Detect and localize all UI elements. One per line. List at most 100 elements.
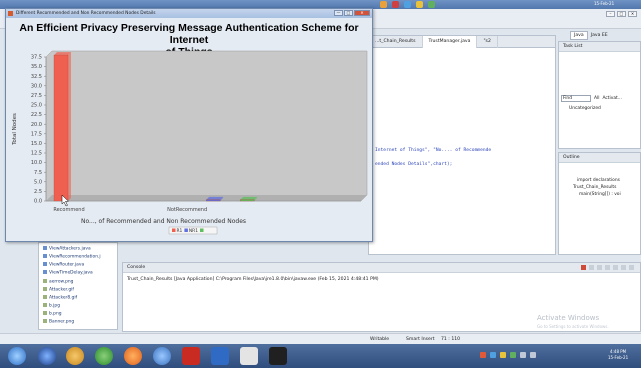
file-item[interactable]: Attacker8.gif: [43, 295, 77, 301]
console-toolbar: [581, 265, 634, 270]
editor-tabs: ...t_Chain_Results TrustManager.java "s2: [369, 35, 555, 48]
file-item[interactable]: Attacker.gif: [43, 287, 74, 293]
app-icon[interactable]: [416, 1, 423, 8]
y-tick-label: 17.5: [31, 131, 42, 137]
taskbar-app-icon[interactable]: [240, 347, 258, 365]
legend-label: R1: [177, 228, 183, 234]
top-tray-icons: [380, 1, 435, 8]
system-tray: [480, 352, 536, 358]
file-item[interactable]: b.jpg: [43, 303, 60, 309]
app-icon[interactable]: [428, 1, 435, 8]
bar-top: [54, 52, 71, 56]
java-file-icon: [43, 246, 47, 250]
task-list-panel: Task List Find All Activat... Uncategori…: [558, 41, 641, 149]
taskbar-app-icon[interactable]: [153, 347, 171, 365]
java-file-icon: [43, 254, 47, 258]
outline-title[interactable]: Outline: [559, 153, 640, 163]
close-icon[interactable]: ✕: [354, 10, 370, 16]
close-icon[interactable]: ✕: [628, 11, 637, 17]
task-filter-all[interactable]: All: [594, 96, 599, 101]
tab-trust-chain-results[interactable]: ...t_Chain_Results: [369, 35, 423, 48]
tray-icon[interactable]: [530, 352, 536, 358]
open-console-icon[interactable]: [621, 265, 626, 270]
chart-window-titlebar[interactable]: Different Recommended and Non Recommende…: [6, 9, 372, 18]
file-item[interactable]: ViewRecommendation.j: [43, 254, 101, 260]
status-writable: Writable: [370, 337, 390, 342]
perspective-java-ee[interactable]: Java EE: [591, 33, 608, 38]
bar: [239, 199, 255, 202]
x-axis-label: No..., of Recommended and Non Recommende…: [81, 218, 246, 225]
file-item[interactable]: ViewAttackers.java: [43, 246, 91, 252]
y-tick-label: 35.0: [31, 64, 42, 70]
tray-icon[interactable]: [500, 352, 506, 358]
scroll-lock-icon[interactable]: [597, 265, 602, 270]
console-tab[interactable]: Console: [123, 263, 640, 273]
maximize-icon[interactable]: □: [617, 11, 626, 17]
minimize-icon[interactable]: –: [606, 11, 615, 17]
code-line: Internet of Things", "No.... of Recommen…: [375, 148, 492, 153]
task-list-title[interactable]: Task List: [559, 42, 640, 52]
start-button[interactable]: [8, 347, 26, 365]
legend-swatch: [200, 228, 204, 232]
taskbar-app-icon[interactable]: [66, 347, 84, 365]
taskbar-app-icon[interactable]: [124, 347, 142, 365]
file-item[interactable]: Banner.png: [43, 319, 74, 325]
tray-icon[interactable]: [480, 352, 486, 358]
java-file-icon: [43, 270, 47, 274]
app-icon[interactable]: [404, 1, 411, 8]
y-tick-label: 32.5: [31, 74, 42, 80]
image-file-icon: [43, 303, 47, 307]
chart-window[interactable]: Different Recommended and Non Recommende…: [5, 8, 373, 242]
tab-trust-manager[interactable]: TrustManager.java: [422, 35, 478, 48]
chart-title-line: An Efficient Privacy Preserving Message …: [19, 22, 359, 46]
bar: [205, 199, 221, 202]
package-explorer: ViewAttackers.java ViewRecommendation.j …: [38, 242, 118, 330]
bar-chart: 0.0 2.5 5.0 7.5 10.0 12.5 15.0 17.5 20.0 22.5 25.0…: [12, 50, 368, 235]
y-tick-label: 2.5: [34, 189, 42, 195]
task-uncategorized[interactable]: Uncategorized: [569, 106, 601, 111]
tab-overflow[interactable]: "s2: [477, 35, 498, 48]
task-activate-link[interactable]: Activat...: [602, 96, 621, 101]
image-file-icon: [43, 311, 47, 315]
maximize-icon[interactable]: □: [344, 10, 353, 16]
plot-background: [45, 50, 368, 202]
app-icon[interactable]: [380, 1, 387, 8]
y-tick-label: 15.0: [31, 141, 42, 147]
image-file-icon: [43, 295, 47, 299]
pin-icon[interactable]: [605, 265, 610, 270]
outline-item[interactable]: main(String[]) : voi: [579, 192, 621, 197]
y-tick-label: 27.5: [31, 93, 42, 99]
code-editor[interactable]: ...t_Chain_Results TrustManager.java "s2…: [368, 35, 556, 255]
java-file-icon: [43, 262, 47, 266]
image-file-icon: [43, 319, 47, 323]
file-item[interactable]: ViewTimeDelay.java: [43, 270, 93, 276]
file-item[interactable]: b.png: [43, 311, 62, 317]
file-item[interactable]: ViewRouter.java: [43, 262, 84, 268]
terminate-icon[interactable]: [581, 265, 586, 270]
taskbar-clock[interactable]: 4:48 PM 15-Feb-21: [608, 349, 628, 361]
activate-windows-hint: Go to Settings to activate Windows.: [537, 324, 609, 329]
task-find-input[interactable]: Find: [561, 95, 591, 102]
y-tick-label: 12.5: [31, 151, 42, 157]
taskbar-app-icon[interactable]: [269, 347, 287, 365]
activate-windows-watermark: Activate Windows: [537, 314, 600, 322]
taskbar-app-icon[interactable]: [95, 347, 113, 365]
y-tick-label: 10.0: [31, 160, 42, 166]
display-console-icon[interactable]: [613, 265, 618, 270]
minimize-icon[interactable]: [629, 265, 634, 270]
taskbar-app-icon[interactable]: [211, 347, 229, 365]
outline-item[interactable]: Trust_Chain_Results: [573, 185, 616, 190]
outline-item[interactable]: import declarations: [577, 178, 620, 183]
taskbar-app-icon[interactable]: [38, 347, 56, 365]
tray-icon[interactable]: [510, 352, 516, 358]
minimize-icon[interactable]: —: [334, 10, 343, 16]
y-tick-label: 30.0: [31, 83, 42, 89]
clear-console-icon[interactable]: [589, 265, 594, 270]
pdf-reader-icon[interactable]: [182, 347, 200, 365]
perspective-java[interactable]: Java: [570, 30, 588, 40]
tray-icon[interactable]: [520, 352, 526, 358]
file-item[interactable]: aerrow.png: [43, 279, 73, 285]
app-icon[interactable]: [392, 1, 399, 8]
tray-icon[interactable]: [490, 352, 496, 358]
status-bar: Writable Smart Insert 71 : 110: [0, 333, 641, 344]
